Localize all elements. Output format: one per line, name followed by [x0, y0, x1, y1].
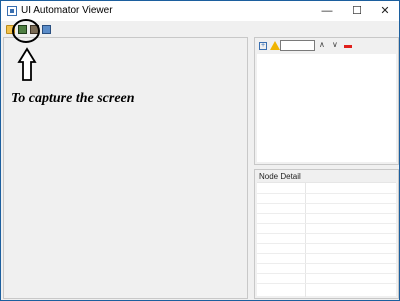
- title-bar: UI Automator Viewer — ☐ ✕: [1, 1, 399, 21]
- open-folder-icon[interactable]: [6, 25, 15, 34]
- table-row: [257, 203, 396, 204]
- table-row: [257, 283, 396, 284]
- table-column-divider: [305, 183, 306, 297]
- main-toolbar: [3, 23, 63, 37]
- table-row: [257, 193, 396, 194]
- expand-all-icon[interactable]: +: [259, 42, 267, 50]
- table-row: [257, 233, 396, 234]
- close-button[interactable]: ✕: [371, 1, 399, 21]
- search-input[interactable]: [280, 40, 315, 51]
- device-screenshot-compressed-icon[interactable]: [30, 25, 39, 34]
- node-detail-panel: Node Detail: [254, 169, 399, 299]
- node-detail-label: Node Detail: [259, 172, 301, 181]
- warning-icon[interactable]: [270, 41, 280, 50]
- hierarchy-panel: + ∧ ∨: [254, 37, 399, 165]
- table-row: [257, 243, 396, 244]
- screenshot-pane: [3, 37, 248, 299]
- hierarchy-tree[interactable]: [257, 54, 396, 162]
- window-title: UI Automator Viewer: [21, 5, 113, 16]
- hierarchy-toolbar: + ∧ ∨: [255, 38, 398, 54]
- device-screenshot-icon[interactable]: [18, 25, 27, 34]
- table-row: [257, 273, 396, 274]
- chevron-down-icon[interactable]: ∨: [332, 40, 338, 49]
- chevron-up-icon[interactable]: ∧: [319, 40, 325, 49]
- table-row: [257, 263, 396, 264]
- pane-divider[interactable]: [250, 37, 253, 299]
- maximize-button[interactable]: ☐: [343, 1, 371, 21]
- minimize-button[interactable]: —: [313, 1, 341, 21]
- app-logo-icon: [7, 6, 17, 16]
- table-row: [257, 223, 396, 224]
- table-row: [257, 253, 396, 254]
- node-detail-table[interactable]: [257, 182, 396, 297]
- table-row: [257, 213, 396, 214]
- clear-icon[interactable]: [344, 45, 352, 48]
- app-window: UI Automator Viewer — ☐ ✕ + ∧ ∨ Node Det…: [0, 0, 400, 301]
- save-icon[interactable]: [42, 25, 51, 34]
- annotation-caption: To capture the screen: [11, 91, 135, 106]
